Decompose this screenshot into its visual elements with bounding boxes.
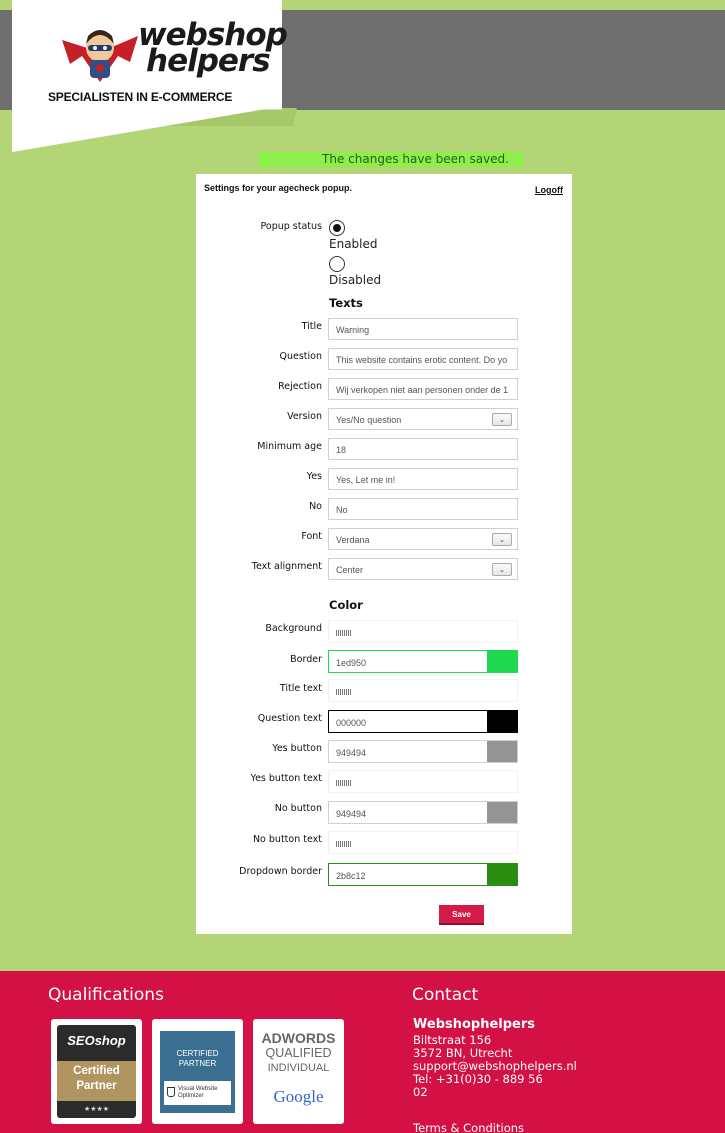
vwo-certified-text: CERTIFIED PARTNER — [176, 1049, 219, 1068]
question-text-color-input[interactable]: 000000 — [328, 710, 518, 733]
border-color-swatch[interactable] — [487, 651, 517, 672]
contact-heading: Contact — [412, 985, 479, 1005]
chevron-down-icon[interactable]: ⌄ — [492, 563, 512, 576]
settings-panel: Settings for your agecheck popup. Logoff… — [196, 174, 572, 934]
saved-notification: The changes have been saved. — [258, 152, 523, 167]
rejection-input[interactable]: Wij verkopen niet aan personen onder de … — [328, 378, 518, 400]
minimum-age-input[interactable]: 18 — [328, 438, 518, 460]
seoshop-stars: ★★★★ — [83, 1105, 110, 1113]
footer-edge — [0, 971, 10, 1133]
yes-button-text-color-label: Yes button text — [250, 773, 322, 784]
texts-heading: Texts — [329, 296, 363, 310]
font-label: Font — [301, 531, 322, 542]
question-text-color-value: 000000 — [336, 718, 367, 728]
yes-label: Yes — [306, 471, 322, 482]
no-button-text-color-input[interactable] — [328, 831, 518, 854]
no-button-color-label: No button — [274, 803, 322, 814]
no-input[interactable]: No — [328, 498, 518, 520]
border-color-label: Border — [290, 654, 322, 665]
radio-disabled[interactable] — [329, 256, 345, 272]
brand-tagline: SPECIALISTEN IN E-COMMERCE — [48, 90, 233, 104]
question-text-color-label: Question text — [257, 713, 322, 724]
contact-phone: Tel: +31(0)30 - 889 56 — [413, 1072, 543, 1086]
font-select[interactable]: Verdana ⌄ — [328, 528, 518, 550]
save-button[interactable]: Save — [439, 905, 484, 925]
chevron-down-icon[interactable]: ⌄ — [492, 413, 512, 426]
chevron-down-icon[interactable]: ⌄ — [492, 533, 512, 546]
yes-button-color-label: Yes button — [272, 743, 322, 754]
text-alignment-select-value: Center — [336, 565, 364, 575]
superhero-mascot-icon — [62, 30, 138, 82]
qualifications-heading: Qualifications — [48, 985, 164, 1005]
empty-color-icon — [336, 780, 352, 786]
no-button-color-value: 949494 — [336, 809, 367, 819]
no-button-color-swatch[interactable] — [487, 802, 517, 823]
version-select-value: Yes/No question — [336, 415, 402, 425]
adwords-qualified-badge[interactable]: ADWORDS QUALIFIED INDIVIDUAL Google — [253, 1019, 344, 1124]
google-logo: Google — [273, 1087, 324, 1106]
dropdown-border-color-input[interactable]: 2b8c12 — [328, 863, 518, 886]
brand-logo-text: webshop helpers — [138, 17, 288, 79]
minimum-age-label: Minimum age — [257, 441, 322, 452]
background-color-label: Background — [265, 623, 322, 634]
background-color-input[interactable] — [328, 620, 518, 643]
yes-button-text-color-input[interactable] — [328, 770, 518, 793]
terms-link[interactable]: Terms & Conditions — [413, 1122, 524, 1133]
contact-company: Webshophelpers — [413, 1017, 536, 1032]
adwords-badge-text: ADWORDS QUALIFIED INDIVIDUAL — [261, 1030, 336, 1075]
title-text-color-label: Title text — [279, 683, 322, 694]
radio-enabled-label: Enabled — [329, 237, 378, 251]
version-select[interactable]: Yes/No question ⌄ — [328, 408, 518, 430]
yes-button-color-input[interactable]: 949494 — [328, 740, 518, 763]
text-alignment-label: Text alignment — [251, 561, 322, 572]
border-color-input[interactable]: 1ed950 — [328, 650, 518, 673]
border-color-value: 1ed950 — [336, 658, 367, 668]
seoshop-certified-badge[interactable]: SEOshop Certified Partner ★★★★ — [51, 1019, 142, 1124]
title-label: Title — [301, 321, 322, 332]
flask-icon — [167, 1087, 175, 1097]
rejection-label: Rejection — [278, 381, 322, 392]
empty-color-icon — [336, 841, 352, 847]
dropdown-border-color-swatch[interactable] — [487, 864, 517, 885]
dropdown-border-color-value: 2b8c12 — [336, 871, 366, 881]
version-label: Version — [287, 411, 322, 422]
text-alignment-select[interactable]: Center ⌄ — [328, 558, 518, 580]
yes-button-color-swatch[interactable] — [487, 741, 517, 762]
no-label: No — [309, 501, 322, 512]
seoshop-certified-text: Certified Partner — [73, 1065, 120, 1092]
radio-enabled[interactable] — [329, 220, 345, 236]
panel-title: Settings for your agecheck popup. — [204, 183, 353, 193]
font-select-value: Verdana — [336, 535, 370, 545]
title-text-color-input[interactable] — [328, 679, 518, 702]
yes-button-color-value: 949494 — [336, 748, 367, 758]
contact-phone-cont: 02 — [413, 1085, 428, 1099]
empty-color-icon — [336, 630, 352, 636]
yes-input[interactable]: Yes, Let me in! — [328, 468, 518, 490]
title-input[interactable]: Warning — [328, 318, 518, 340]
empty-color-icon — [336, 689, 352, 695]
vwo-certified-badge[interactable]: CERTIFIED PARTNER Visual Website Optimiz… — [152, 1019, 243, 1124]
popup-status-label: Popup status — [260, 221, 323, 232]
color-heading: Color — [329, 598, 363, 612]
question-text-color-swatch[interactable] — [487, 711, 517, 732]
radio-disabled-label: Disabled — [329, 273, 382, 287]
question-input[interactable]: This website contains erotic content. Do… — [328, 348, 518, 370]
no-button-color-input[interactable]: 949494 — [328, 801, 518, 824]
question-label: Question — [279, 351, 323, 362]
seoshop-logo-text: SEOshop — [67, 1033, 126, 1048]
no-button-text-color-label: No button text — [252, 834, 322, 845]
dropdown-border-color-label: Dropdown border — [239, 866, 322, 877]
logoff-link[interactable]: Logoff — [535, 185, 563, 195]
